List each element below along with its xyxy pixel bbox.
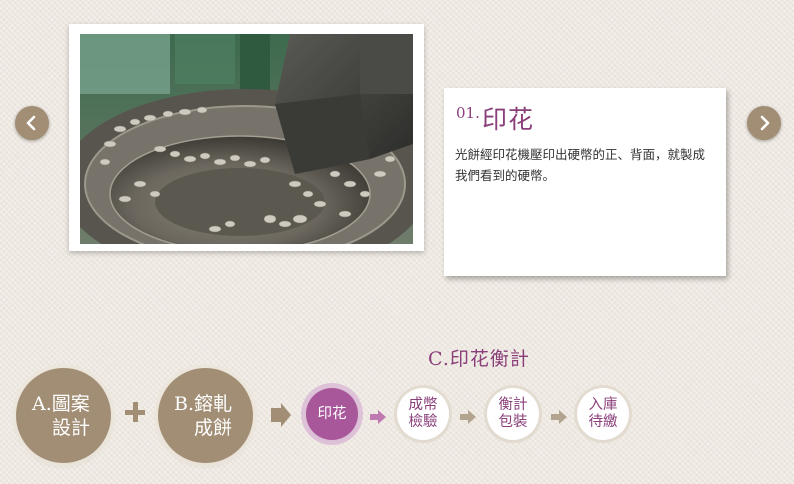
chevron-left-icon [26,115,36,131]
step-storage-label-line1: 入庫 [588,397,618,413]
stage-b-label-line2: 成餅 [194,417,233,439]
arrow-right-icon [271,403,291,427]
plus-icon [125,402,145,422]
prev-slide-button[interactable] [15,106,49,140]
stage-b-button[interactable]: B.鎔軋 成餅 [158,368,253,463]
step-inspection-button[interactable]: 成幣 檢驗 [397,388,449,440]
step-printing-button[interactable]: 印花 [306,388,358,440]
step-storage-button[interactable]: 入庫 待繳 [577,388,629,440]
step-storage-label-line2: 待繳 [588,414,618,430]
step-description: 光餅經印花機壓印出硬幣的正、背面，就製成我們看到的硬幣。 [455,147,706,183]
next-slide-button[interactable] [747,106,781,140]
stage-a-label-line1: A.圖案 [32,393,90,415]
stage-b-label-line1: B.鎔軋 [174,393,233,415]
step-inspection-label-line1: 成幣 [408,397,438,413]
step-printing-label: 印花 [317,405,347,422]
step-info-card: 01. 印花 光餅經印花機壓印出硬幣的正、背面，就製成我們看到的硬幣。 [444,88,726,276]
step-number: 01. [456,104,480,122]
stage-a-button[interactable]: A.圖案 設計 [16,368,111,463]
arrow-right-icon [460,410,476,424]
arrow-right-icon [551,410,567,424]
step-packing-label-line1: 衡計 [498,397,528,413]
chevron-right-icon [760,115,770,131]
stage-a-label-line2: 設計 [52,417,91,439]
flow-subtitle: C.印花衡計 [428,348,530,370]
arrow-right-icon [370,410,386,424]
step-packing-button[interactable]: 衡計 包裝 [487,388,539,440]
step-inspection-label-line2: 檢驗 [408,414,438,430]
step-title: 印花 [482,105,535,134]
step-photo [69,24,424,251]
step-packing-label-line2: 包裝 [498,414,528,430]
minting-machine-photo [80,34,413,244]
